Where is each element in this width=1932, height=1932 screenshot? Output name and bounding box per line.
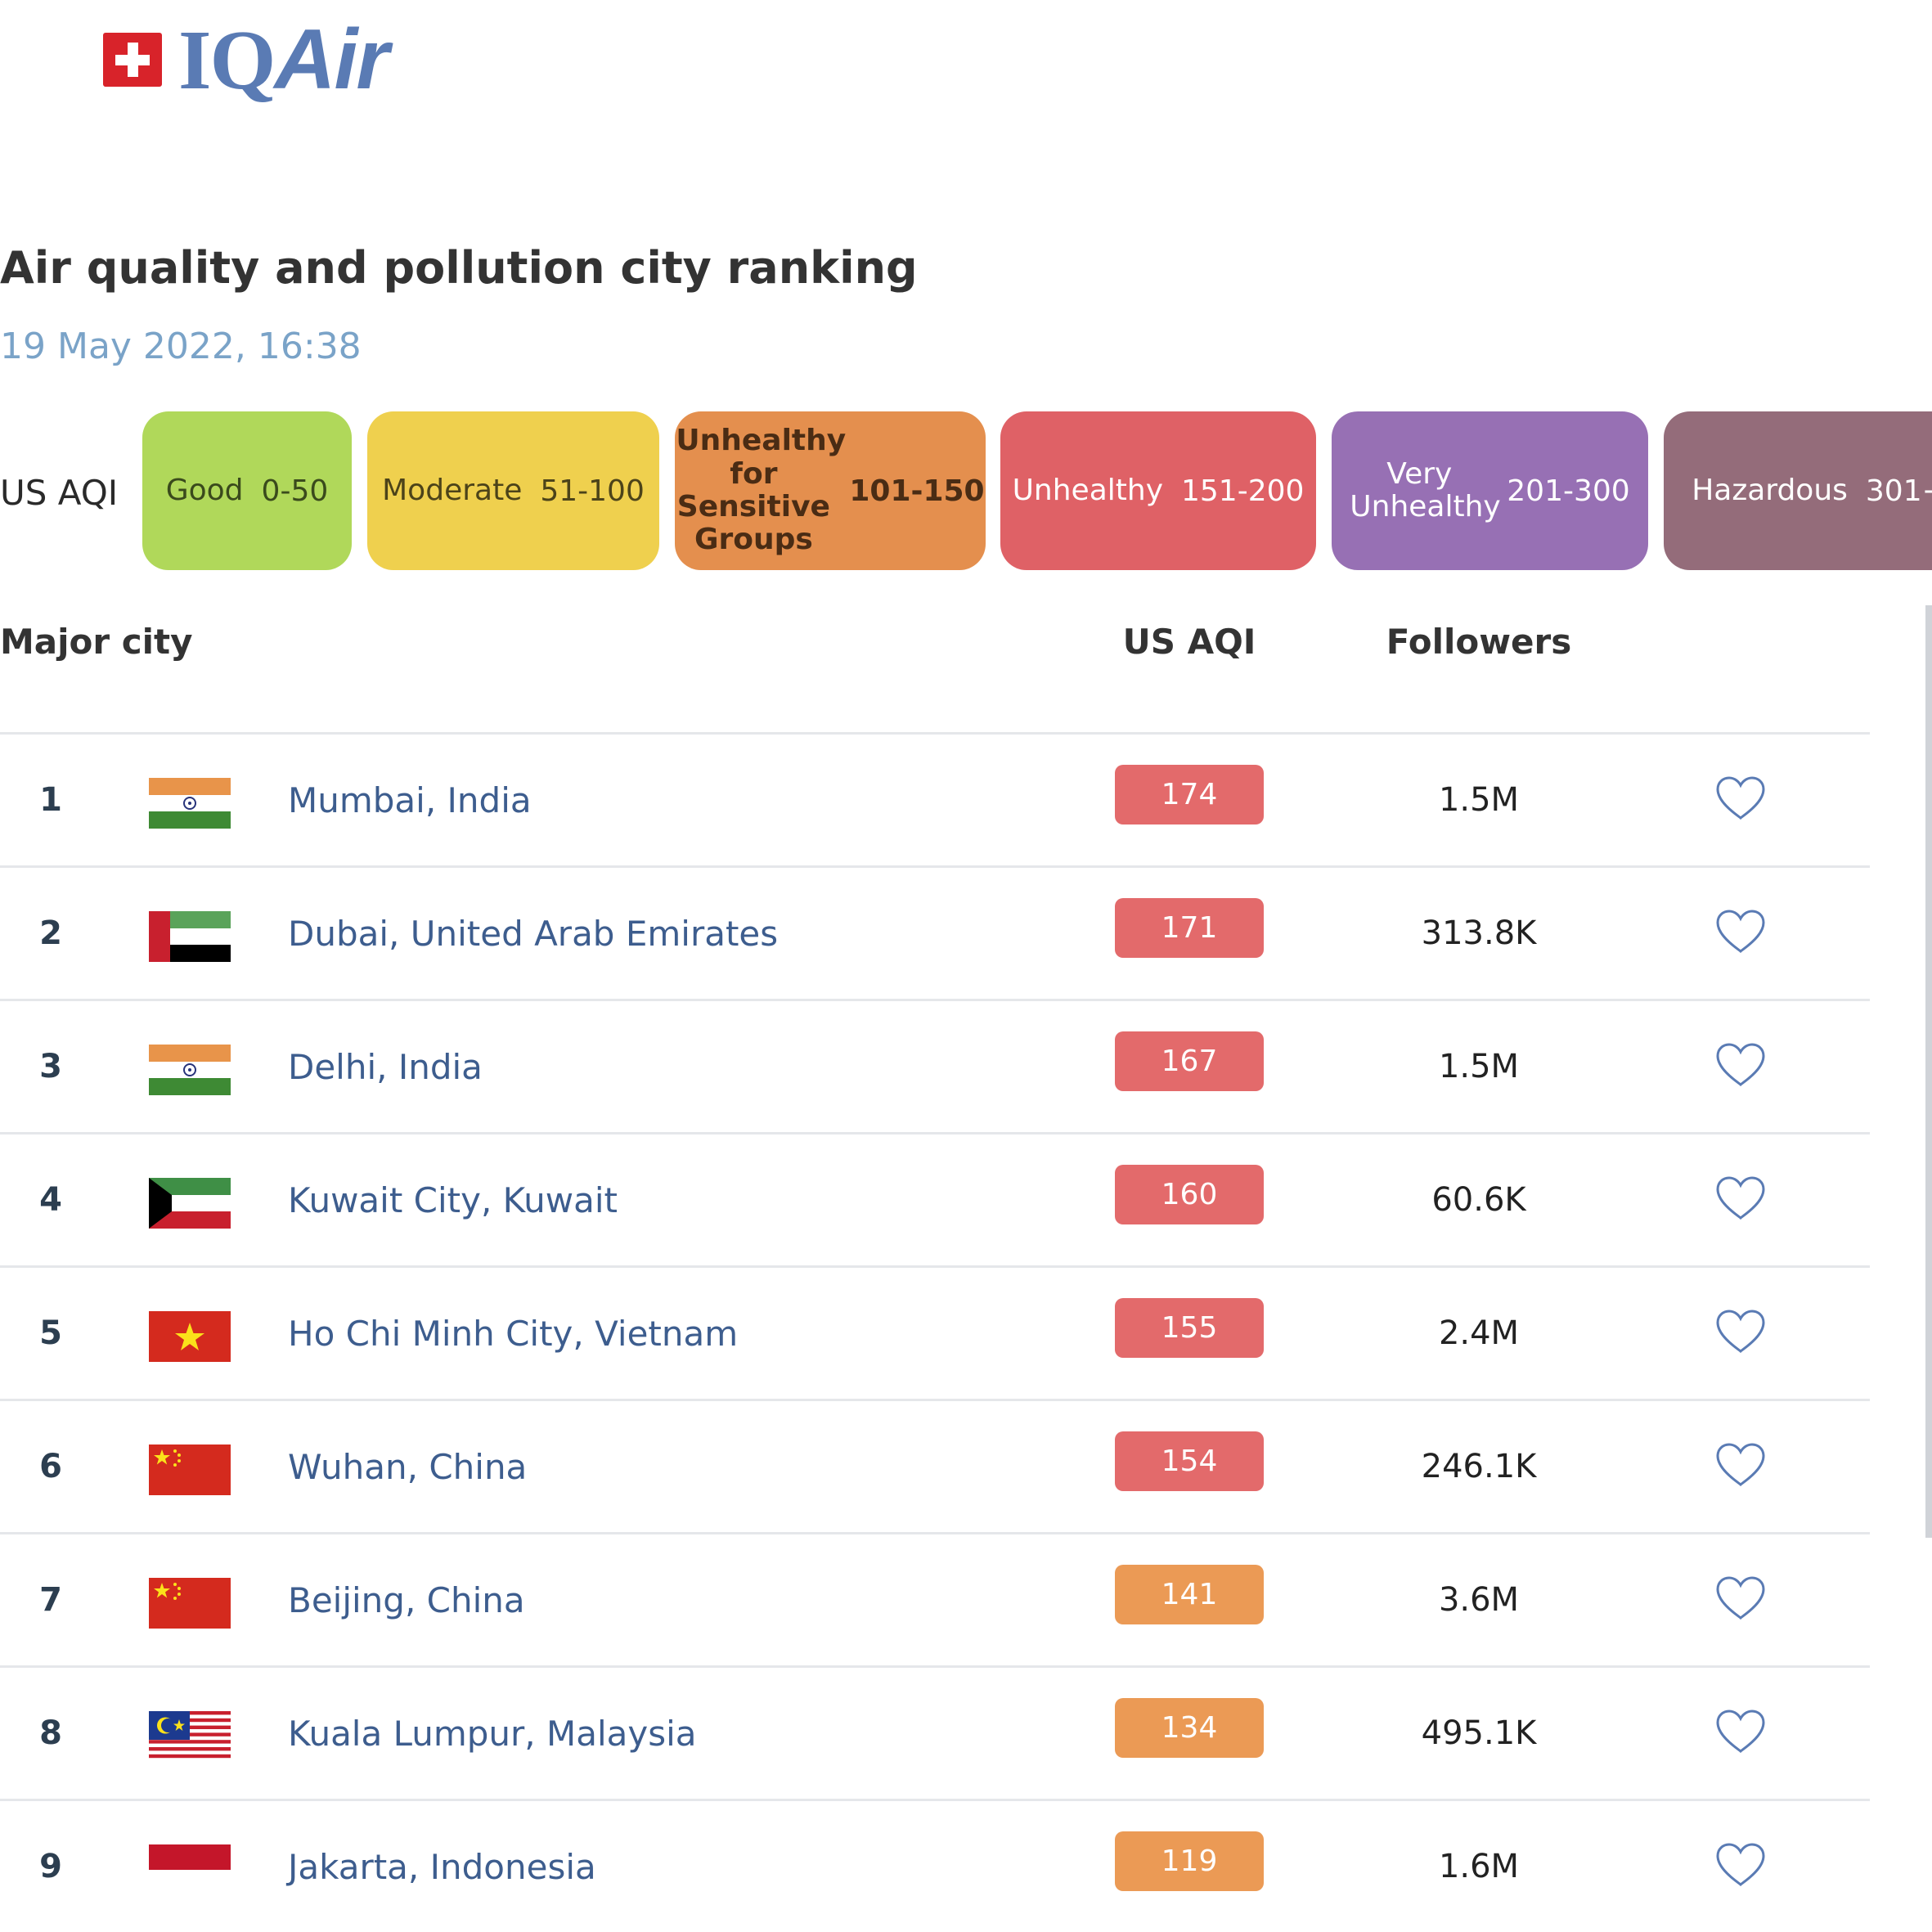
- legend-name: Unhealthy: [1012, 473, 1163, 507]
- legend-name: Unhealthy for Sensitive Groups: [676, 424, 847, 557]
- followers-count: 1.5M: [1438, 781, 1520, 819]
- legend-label: US AQI: [0, 473, 119, 513]
- table-row[interactable]: 3 Delhi, India 167 1.5M: [0, 999, 1870, 1132]
- legend-range: 51-100: [540, 474, 645, 508]
- followers-count: 495.1K: [1421, 1714, 1537, 1752]
- legend-hazardous: Hazardous 301+: [1664, 411, 1932, 570]
- legend-name: Good: [165, 473, 244, 507]
- city-link[interactable]: Ho Chi Minh City, Vietnam: [288, 1268, 738, 1399]
- table-row[interactable]: 8 Kuala Lumpur, Malaysia 134 495.1K: [0, 1665, 1870, 1799]
- swiss-flag-icon: [103, 33, 162, 87]
- legend-very-unhealthy: Very Unhealthy 201-300: [1332, 411, 1648, 570]
- legend-name: Moderate: [382, 473, 523, 507]
- aqi-badge: 174: [1115, 765, 1264, 824]
- column-header-aqi-label: US AQI: [1122, 622, 1256, 662]
- indonesia-flag-icon: [149, 1844, 231, 1895]
- aqi-badge: 141: [1115, 1565, 1264, 1624]
- city-link[interactable]: Beijing, China: [288, 1534, 525, 1665]
- legend-unhealthy-sensitive: Unhealthy for Sensitive Groups 101-150: [675, 411, 986, 570]
- china-flag-icon: [149, 1578, 231, 1629]
- iqair-logo[interactable]: IQAir: [103, 15, 389, 105]
- city-link[interactable]: Mumbai, India: [288, 735, 532, 865]
- ranking-table: 1 Mumbai, India 174 1.5M 2 Dubai, United Arab…: [0, 732, 1870, 1932]
- city-link[interactable]: Wuhan, China: [288, 1401, 527, 1532]
- aqi-badge: 154: [1115, 1431, 1264, 1491]
- aqi-badge: 119: [1115, 1831, 1264, 1891]
- table-row[interactable]: 1 Mumbai, India 174 1.5M: [0, 732, 1870, 865]
- india-flag-icon: [149, 1045, 231, 1095]
- legend-range: 201-300: [1507, 474, 1630, 508]
- table-row[interactable]: 2 Dubai, United Arab Emirates 171 313.8K: [0, 865, 1870, 999]
- followers-count: 60.6K: [1431, 1181, 1526, 1219]
- followers-count: 2.4M: [1438, 1314, 1520, 1352]
- city-link[interactable]: Dubai, United Arab Emirates: [288, 868, 778, 999]
- rank: 5: [39, 1314, 62, 1352]
- rank: 4: [39, 1181, 62, 1219]
- city-link[interactable]: Jakarta, Indonesia: [288, 1801, 596, 1932]
- timestamp: 19 May 2022, 16:38: [0, 326, 362, 367]
- heart-icon[interactable]: [1714, 1309, 1767, 1355]
- legend-range: 0-50: [261, 474, 329, 508]
- legend-range: 101-150: [849, 474, 985, 508]
- followers-count: 3.6M: [1438, 1581, 1520, 1619]
- city-link[interactable]: Kuwait City, Kuwait: [288, 1134, 618, 1265]
- aqi-badge: 167: [1115, 1031, 1264, 1091]
- heart-icon[interactable]: [1714, 1442, 1767, 1488]
- rank: 8: [39, 1714, 62, 1752]
- rank: 3: [39, 1048, 62, 1085]
- table-row[interactable]: 6 Wuhan, China 154 246.1K: [0, 1399, 1870, 1532]
- logo-air: Air: [274, 11, 389, 107]
- heart-icon[interactable]: [1714, 1709, 1767, 1755]
- followers-count: 246.1K: [1421, 1448, 1537, 1485]
- rank: 6: [39, 1448, 62, 1485]
- heart-icon[interactable]: [1714, 1842, 1767, 1888]
- legend-range: 301+: [1865, 474, 1932, 508]
- heart-icon[interactable]: [1714, 1575, 1767, 1621]
- rank: 9: [39, 1848, 62, 1885]
- india-flag-icon: [149, 778, 231, 829]
- malaysia-flag-icon: [149, 1711, 231, 1762]
- legend-unhealthy: Unhealthy 151-200: [1000, 411, 1316, 570]
- rank: 1: [39, 781, 62, 819]
- table-row[interactable]: 7 Beijing, China 141 3.6M: [0, 1532, 1870, 1665]
- followers-count: 313.8K: [1421, 914, 1537, 952]
- legend-moderate: Moderate 51-100: [367, 411, 659, 570]
- china-flag-icon: [149, 1445, 231, 1495]
- column-header-followers-label: Followers: [1386, 622, 1572, 662]
- scrollbar[interactable]: [1925, 605, 1932, 1538]
- city-link[interactable]: Delhi, India: [288, 1001, 483, 1132]
- logo-wordmark: IQAir: [178, 17, 389, 103]
- table-row[interactable]: 5 Ho Chi Minh City, Vietnam 155 2.4M: [0, 1265, 1870, 1399]
- legend-good: Good 0-50: [142, 411, 352, 570]
- legend-name: Hazardous: [1692, 473, 1848, 507]
- heart-icon[interactable]: [1714, 1042, 1767, 1088]
- aqi-badge: 134: [1115, 1698, 1264, 1758]
- logo-iq: IQ: [178, 12, 276, 107]
- heart-icon[interactable]: [1714, 1175, 1767, 1221]
- rank: 7: [39, 1581, 62, 1619]
- heart-icon[interactable]: [1714, 909, 1767, 955]
- table-row[interactable]: 4 Kuwait City, Kuwait 160 60.6K: [0, 1132, 1870, 1265]
- vietnam-flag-icon: [149, 1311, 231, 1362]
- rank: 2: [39, 914, 62, 952]
- heart-icon[interactable]: [1714, 775, 1767, 821]
- followers-count: 1.6M: [1438, 1848, 1520, 1885]
- aqi-badge: 171: [1115, 898, 1264, 958]
- column-header-city[interactable]: Major city: [0, 622, 192, 662]
- kuwait-flag-icon: [149, 1178, 231, 1229]
- city-link[interactable]: Kuala Lumpur, Malaysia: [288, 1668, 697, 1799]
- legend-range: 151-200: [1181, 474, 1305, 508]
- aqi-badge: 155: [1115, 1298, 1264, 1358]
- table-row[interactable]: 9 Jakarta, Indonesia 119 1.6M: [0, 1799, 1870, 1932]
- page-title: Air quality and pollution city ranking: [0, 242, 918, 294]
- legend-name: Very Unhealthy: [1350, 456, 1501, 523]
- followers-count: 1.5M: [1438, 1048, 1520, 1085]
- uae-flag-icon: [149, 911, 231, 962]
- aqi-badge: 160: [1115, 1165, 1264, 1224]
